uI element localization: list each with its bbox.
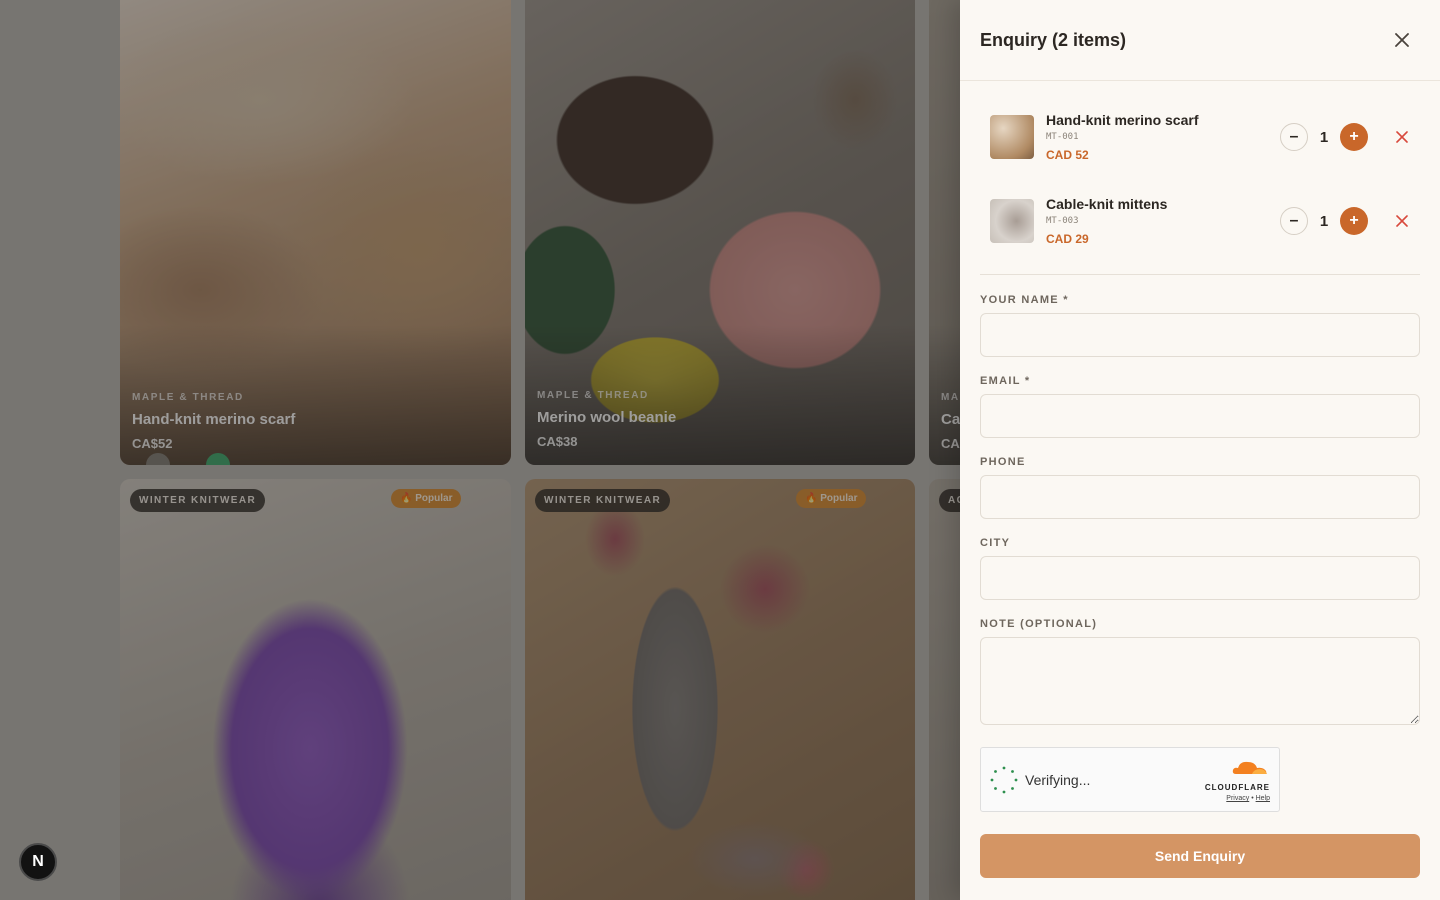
decrease-quantity-button[interactable]: – <box>1280 207 1308 235</box>
close-icon <box>1395 33 1409 47</box>
send-enquiry-button[interactable]: Send Enquiry <box>980 834 1420 878</box>
city-label: CITY <box>980 537 1011 549</box>
list-item: Cable-knit mittens MT-003 CAD 29 – 1 + <box>980 179 1420 263</box>
item-name: Hand-knit merino scarf <box>1046 112 1199 128</box>
name-field[interactable] <box>980 313 1420 357</box>
quantity-stepper: – 1 + <box>1280 207 1368 235</box>
close-icon <box>1396 131 1408 143</box>
item-thumbnail <box>990 115 1034 159</box>
decrease-quantity-button[interactable]: – <box>1280 123 1308 151</box>
note-label: NOTE (OPTIONAL) <box>980 618 1098 630</box>
quantity-value: 1 <box>1319 128 1329 146</box>
list-item: Hand-knit merino scarf MT-001 CAD 52 – 1… <box>980 95 1420 179</box>
link-separator: • <box>1251 795 1254 802</box>
item-sku: MT-003 <box>1046 216 1079 226</box>
help-link[interactable]: Help <box>1256 795 1270 802</box>
email-label: EMAIL * <box>980 375 1031 387</box>
item-thumbnail <box>990 199 1034 243</box>
cloudflare-logo: CLOUDFLARE Privacy • Help <box>1205 758 1270 802</box>
privacy-link[interactable]: Privacy <box>1226 795 1249 802</box>
increase-quantity-button[interactable]: + <box>1340 207 1368 235</box>
enquiry-items: Hand-knit merino scarf MT-001 CAD 52 – 1… <box>960 81 1440 263</box>
item-price: CAD 29 <box>1046 232 1089 246</box>
city-field[interactable] <box>980 556 1420 600</box>
captcha-status: Verifying... <box>1025 771 1091 788</box>
phone-field[interactable] <box>980 475 1420 519</box>
modal-backdrop[interactable] <box>0 0 960 900</box>
note-field[interactable] <box>980 637 1420 725</box>
close-button[interactable] <box>1384 22 1420 58</box>
enquiry-panel: Enquiry (2 items) Hand-knit merino scarf… <box>960 0 1440 900</box>
panel-header: Enquiry (2 items) <box>960 0 1440 81</box>
cloudflare-wordmark: CLOUDFLARE <box>1204 783 1270 792</box>
divider <box>980 274 1420 275</box>
remove-item-button[interactable] <box>1390 209 1414 233</box>
captcha-widget[interactable]: Verifying... CLOUDFLARE Privacy • Help <box>980 747 1280 812</box>
name-label: YOUR NAME * <box>980 294 1069 306</box>
increase-quantity-button[interactable]: + <box>1340 123 1368 151</box>
item-sku: MT-001 <box>1046 132 1079 142</box>
panel-title: Enquiry (2 items) <box>980 29 1127 50</box>
item-price: CAD 52 <box>1046 148 1089 162</box>
phone-label: PHONE <box>980 456 1026 468</box>
item-name: Cable-knit mittens <box>1046 196 1168 212</box>
cloud-icon <box>1232 761 1267 774</box>
quantity-value: 1 <box>1319 212 1329 230</box>
enquiry-form: YOUR NAME * EMAIL * PHONE CITY NOTE (OPT… <box>960 294 1440 878</box>
remove-item-button[interactable] <box>1390 125 1414 149</box>
quantity-stepper: – 1 + <box>1280 123 1368 151</box>
dev-tools-badge[interactable]: N <box>19 843 57 881</box>
email-field[interactable] <box>980 394 1420 438</box>
spinner-icon <box>990 766 1018 793</box>
close-icon <box>1396 215 1408 227</box>
